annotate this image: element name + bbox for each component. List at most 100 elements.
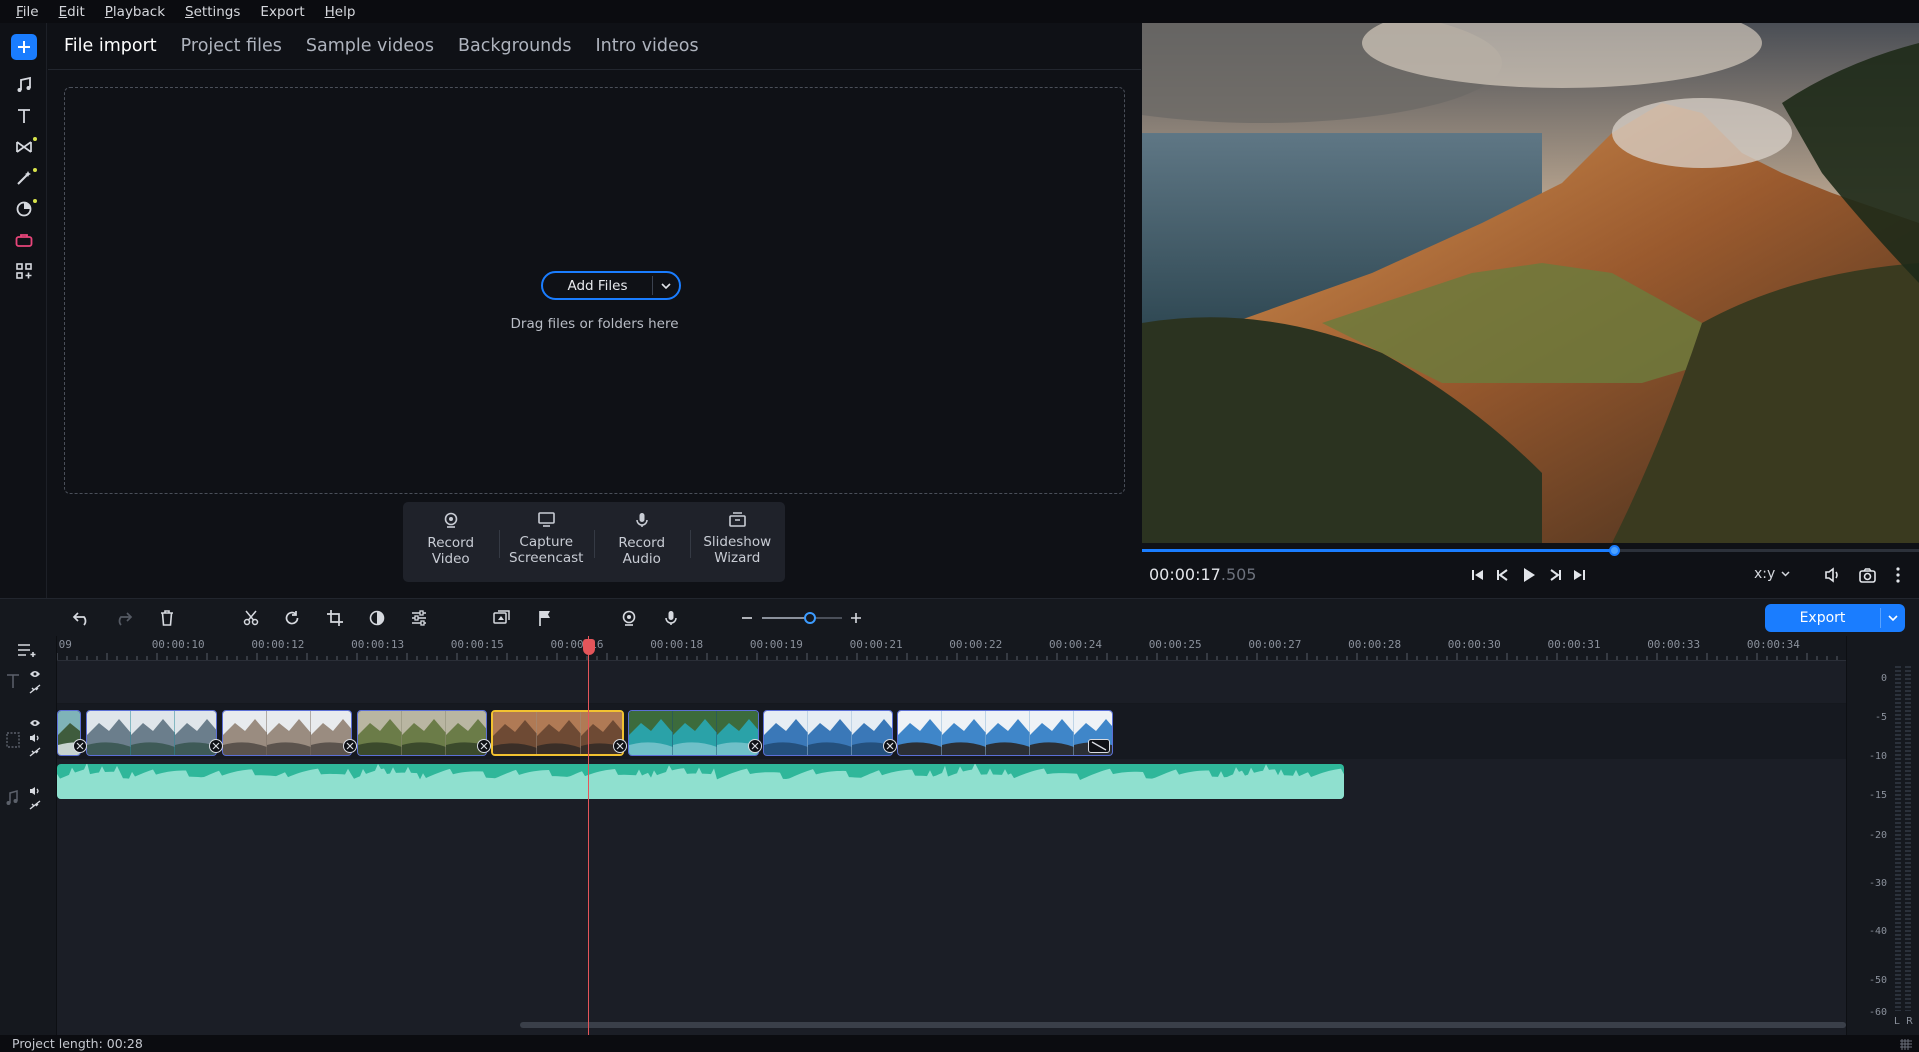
effects-tool-button[interactable]	[11, 165, 37, 191]
level-scale-label: -20	[1868, 830, 1887, 841]
menu-file[interactable]: File	[6, 4, 49, 20]
skip-start-icon	[1472, 570, 1483, 580]
delete-button[interactable]	[156, 608, 178, 628]
playhead[interactable]	[588, 636, 589, 1035]
video-clip-snow-peaks[interactable]	[763, 710, 893, 756]
skip-to-end-button[interactable]	[1569, 565, 1589, 585]
more-tools-button[interactable]	[11, 258, 37, 284]
play-button[interactable]	[1519, 565, 1539, 585]
menu-help[interactable]: Help	[315, 4, 366, 20]
video-clip-snowy-ridge[interactable]	[222, 710, 352, 756]
slideshow-wizard-button[interactable]: Slideshow Wizard	[689, 502, 786, 582]
titles-tool-button[interactable]	[11, 103, 37, 129]
speaker-icon[interactable]	[29, 786, 41, 796]
rotate-button[interactable]	[281, 608, 303, 628]
audio-clip[interactable]	[57, 764, 1344, 799]
record-video-button[interactable]: Record Video	[403, 502, 499, 582]
menu-edit[interactable]: Edit	[49, 4, 95, 20]
sliders-icon	[412, 610, 426, 626]
zoom-slider-handle[interactable]	[804, 612, 816, 624]
capture-screencast-button[interactable]: Capture Screencast	[498, 502, 595, 582]
music-tool-button[interactable]	[11, 72, 37, 98]
playhead-handle[interactable]	[582, 639, 595, 655]
split-button[interactable]	[240, 608, 262, 628]
transitions-tool-button[interactable]	[11, 134, 37, 160]
volume-button[interactable]	[1823, 565, 1843, 585]
lock-icon[interactable]	[29, 800, 41, 810]
seek-bar-handle[interactable]	[1608, 545, 1620, 556]
add-files-dropdown[interactable]	[653, 282, 679, 289]
transition-marker[interactable]	[748, 739, 762, 753]
export-button[interactable]: Export	[1765, 604, 1905, 632]
ruler-time-label: 00:00:30	[1447, 638, 1501, 651]
video-preview[interactable]	[1142, 23, 1919, 543]
transition-marker[interactable]	[613, 739, 627, 753]
add-track-button[interactable]	[17, 643, 39, 657]
tab-sample-videos[interactable]: Sample videos	[306, 36, 434, 56]
tab-file-import[interactable]: File import	[64, 36, 157, 56]
filters-tool-button[interactable]	[11, 196, 37, 222]
transition-marker[interactable]	[343, 739, 357, 753]
overlay-button[interactable]	[491, 608, 513, 628]
eye-icon[interactable]	[29, 670, 41, 678]
next-frame-button[interactable]	[1545, 565, 1565, 585]
video-clip-canyon-sunset[interactable]	[491, 710, 624, 756]
speaker-icon[interactable]	[29, 733, 41, 743]
ruler-time-label: 00:00:25	[1148, 638, 1202, 651]
redo-button[interactable]	[112, 608, 134, 628]
video-clip-bridge[interactable]	[897, 710, 1113, 756]
eye-icon[interactable]	[29, 719, 41, 727]
drag-hint: Drag files or folders here	[510, 316, 679, 332]
crop-button[interactable]	[324, 608, 346, 628]
add-media-button[interactable]	[11, 34, 37, 60]
end-transition-marker[interactable]	[1088, 739, 1110, 753]
previous-frame-button[interactable]	[1493, 565, 1513, 585]
video-clip-alpine-lake[interactable]	[628, 710, 759, 756]
zoom-in-button[interactable]	[845, 608, 867, 628]
menu-export[interactable]: Export	[250, 4, 314, 20]
video-track[interactable]	[57, 704, 1846, 759]
file-drop-zone[interactable]: Add Files Drag files or folders here	[64, 87, 1125, 494]
video-clip-glacier[interactable]	[86, 710, 217, 756]
record-voiceover-button[interactable]	[660, 608, 682, 628]
text-track[interactable]	[57, 661, 1846, 704]
add-files-label: Add Files	[567, 277, 628, 294]
tab-project-files[interactable]: Project files	[181, 36, 282, 56]
tab-intro-videos[interactable]: Intro videos	[596, 36, 699, 56]
video-clip-green-valley[interactable]	[357, 710, 487, 756]
tab-backgrounds[interactable]: Backgrounds	[458, 36, 572, 56]
lock-icon[interactable]	[29, 684, 41, 694]
transition-marker[interactable]	[477, 739, 491, 753]
tool-strip	[0, 23, 47, 598]
undo-button[interactable]	[71, 608, 93, 628]
stickers-tool-button[interactable]	[11, 227, 37, 253]
record-webcam-button[interactable]	[618, 608, 640, 628]
add-files-button[interactable]: Add Files	[541, 271, 681, 300]
resize-grip-icon[interactable]	[1899, 1038, 1913, 1050]
seek-bar[interactable]	[1142, 545, 1919, 556]
time-ruler[interactable]: :09 00:00:10 00:00:12 00:00:13 00:00:15 00:00…	[57, 636, 1846, 661]
level-scale-label: -5	[1874, 712, 1887, 723]
transition-marker[interactable]	[883, 739, 897, 753]
record-audio-button[interactable]: Record Audio	[594, 502, 690, 582]
lock-icon[interactable]	[29, 747, 41, 757]
aspect-ratio-dropdown[interactable]: x:y	[1754, 566, 1790, 582]
clip-properties-button[interactable]	[408, 608, 430, 628]
timeline-scrollbar[interactable]	[520, 1022, 1846, 1028]
zoom-out-button[interactable]	[736, 608, 758, 628]
menu-settings[interactable]: Settings	[175, 4, 250, 20]
snapshot-button[interactable]	[1857, 565, 1877, 585]
skip-to-start-button[interactable]	[1468, 565, 1488, 585]
channel-label-left: L	[1894, 1016, 1900, 1027]
more-options-button[interactable]	[1888, 565, 1908, 585]
crop-icon	[327, 610, 343, 626]
transition-marker[interactable]	[73, 739, 87, 753]
chevron-down-icon	[1888, 615, 1898, 621]
menu-playback[interactable]: Playback	[95, 4, 175, 20]
add-marker-button[interactable]	[534, 608, 556, 628]
transition-marker[interactable]	[209, 739, 223, 753]
color-adjust-button[interactable]	[366, 608, 388, 628]
zoom-slider[interactable]	[762, 612, 842, 624]
export-dropdown[interactable]	[1881, 615, 1905, 621]
audio-track[interactable]	[57, 759, 1846, 804]
